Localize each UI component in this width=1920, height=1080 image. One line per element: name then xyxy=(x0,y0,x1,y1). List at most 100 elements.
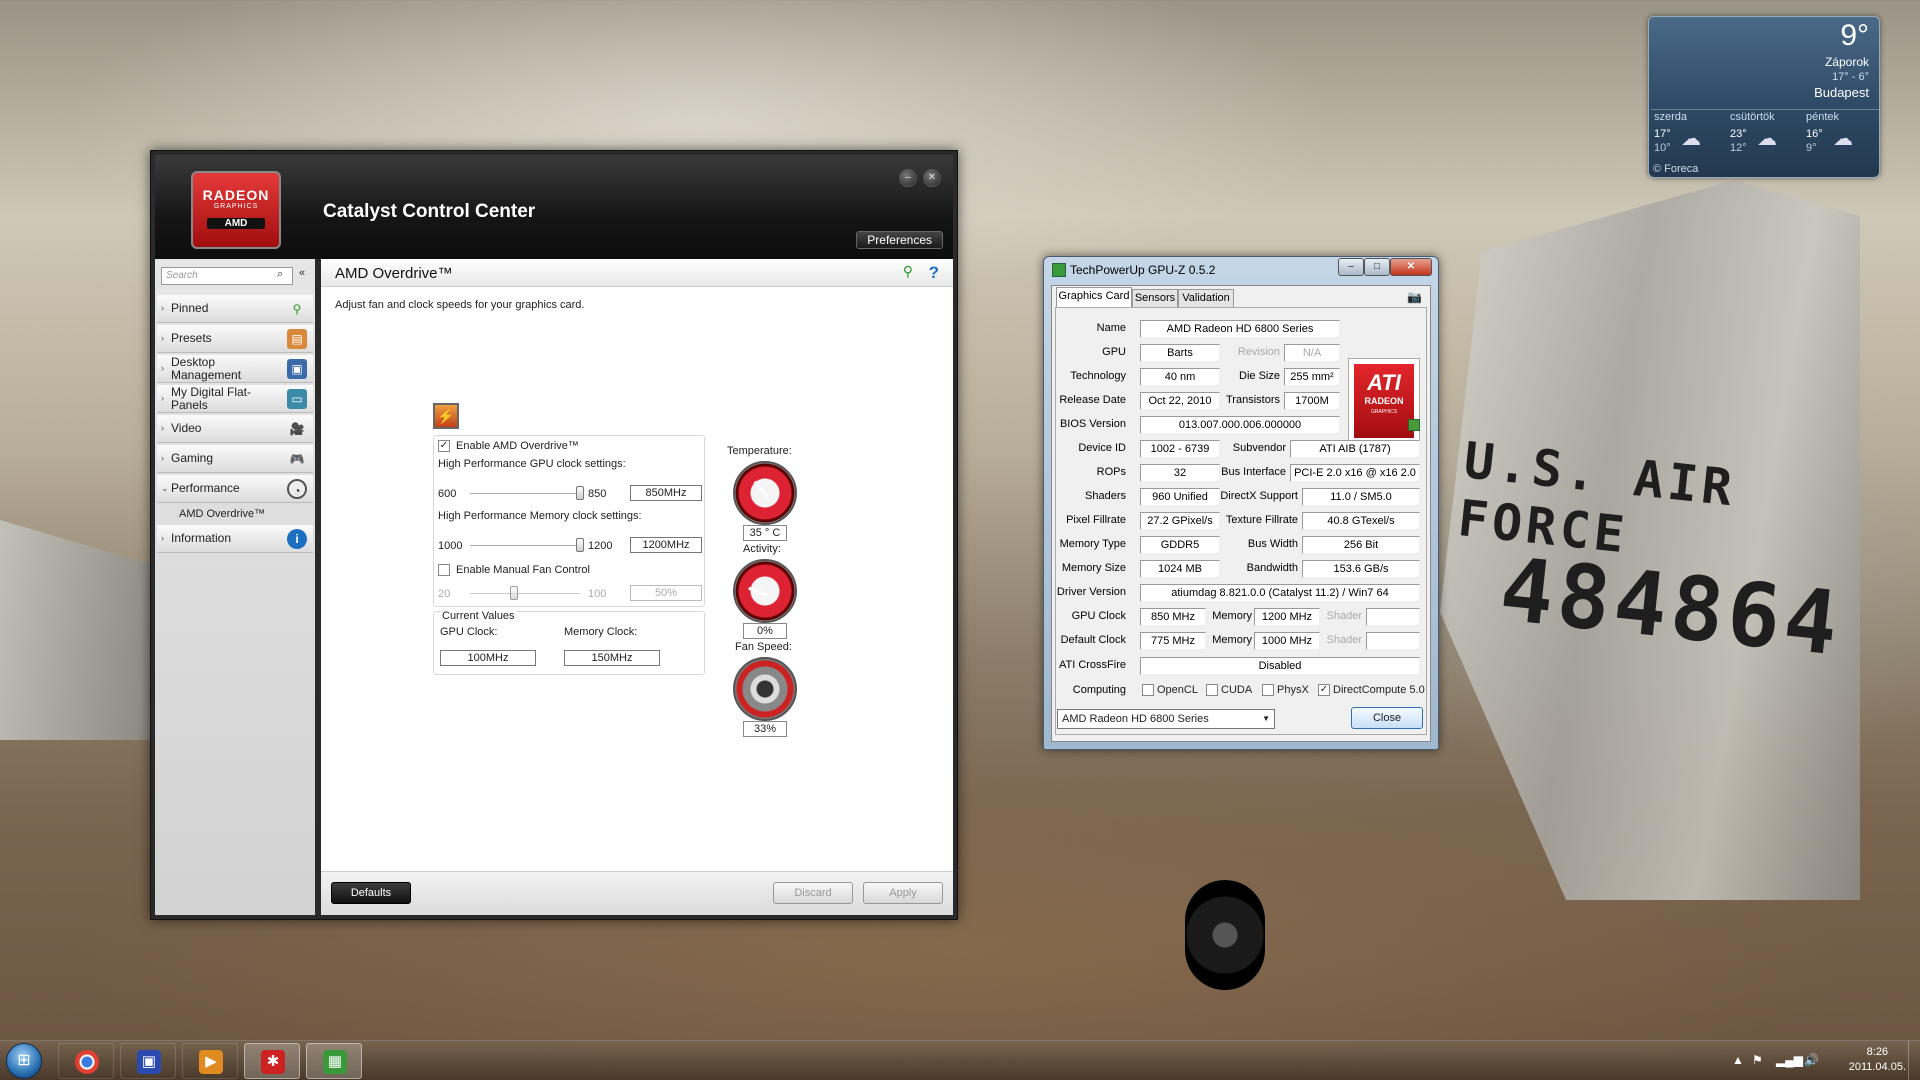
default-shader-clock-label: Shader xyxy=(1326,634,1362,646)
memory-clock-field[interactable]: 1200 MHz xyxy=(1254,608,1320,626)
bus-width-field[interactable]: 256 Bit xyxy=(1302,536,1420,554)
enable-overdrive-checkbox[interactable]: ✓ xyxy=(438,440,450,452)
show-desktop-button[interactable] xyxy=(1908,1041,1920,1080)
search-input[interactable]: Search xyxy=(161,267,293,285)
sidebar-item-digital-flat-panels[interactable]: › My Digital Flat-Panels ▭ xyxy=(157,385,313,413)
bandwidth-field[interactable]: 153.6 GB/s xyxy=(1302,560,1420,578)
apply-button[interactable]: Apply xyxy=(863,882,943,904)
directcompute-checkbox: ✓ xyxy=(1318,684,1330,696)
fan-speed-slider-thumb[interactable] xyxy=(509,586,518,600)
bios-version-field[interactable]: 013.007.000.006.000000 xyxy=(1140,416,1340,434)
shader-clock-field[interactable] xyxy=(1366,608,1420,626)
pin-icon: ⚲ xyxy=(292,302,302,316)
sidebar-item-presets[interactable]: › Presets ▤ xyxy=(157,325,313,353)
taskbar-gpuz[interactable]: ▦ xyxy=(306,1043,362,1079)
current-memory-clock-value: 150MHz xyxy=(564,650,660,666)
bios-save-icon[interactable] xyxy=(1408,419,1420,431)
minimize-button[interactable]: – xyxy=(1338,258,1364,276)
taskbar-media-player[interactable]: ▶ xyxy=(182,1043,238,1079)
network-icon[interactable]: ▂▄▆ xyxy=(1776,1053,1803,1067)
tab-sensors[interactable]: Sensors xyxy=(1132,289,1178,307)
release-date-field[interactable]: Oct 22, 2010 xyxy=(1140,392,1220,410)
gpu-clock-slider-thumb[interactable] xyxy=(576,486,584,500)
weather-city: Budapest xyxy=(1814,85,1869,100)
sidebar-item-performance[interactable]: ⌄ Performance ◔ xyxy=(157,475,313,503)
crossfire-field[interactable]: Disabled xyxy=(1140,657,1420,675)
release-date-label: Release Date xyxy=(1059,394,1126,406)
texture-fillrate-field[interactable]: 40.8 GTexel/s xyxy=(1302,512,1420,530)
technology-field[interactable]: 40 nm xyxy=(1140,368,1220,386)
clock-date: 2011.04.05. xyxy=(1848,1061,1906,1073)
default-shader-clock-field[interactable] xyxy=(1366,632,1420,650)
tab-graphics-card[interactable]: Graphics Card xyxy=(1056,287,1132,308)
sidebar-item-information[interactable]: › Information i xyxy=(157,525,313,553)
tab-validation[interactable]: Validation xyxy=(1178,289,1234,307)
driver-version-field[interactable]: atiumdag 8.821.0.0 (Catalyst 11.2) / Win… xyxy=(1140,584,1420,602)
technology-label: Technology xyxy=(1070,370,1126,382)
temperature-label: Temperature: xyxy=(727,445,792,457)
preferences-button[interactable]: Preferences xyxy=(856,231,943,249)
taskbar-save[interactable]: ▣ xyxy=(120,1043,176,1079)
gpu-field[interactable]: Barts xyxy=(1140,344,1220,362)
computing-label: Computing xyxy=(1072,684,1126,696)
memory-clock-value-field[interactable]: 1200MHz xyxy=(630,537,702,553)
gpuz-close-button[interactable]: Close xyxy=(1351,707,1423,729)
revision-field[interactable]: N/A xyxy=(1284,344,1340,362)
default-clock-field[interactable]: 775 MHz xyxy=(1140,632,1206,650)
sidebar-item-video[interactable]: › Video 🎥 xyxy=(157,415,313,443)
action-center-flag-icon[interactable]: ⚑ xyxy=(1752,1053,1763,1067)
start-button[interactable]: ⊞ xyxy=(6,1043,42,1079)
save-disk-icon: ▣ xyxy=(137,1050,161,1074)
camera-icon[interactable]: 📷 xyxy=(1407,290,1422,304)
bus-width-label: Bus Width xyxy=(1247,538,1298,550)
directx-support-label: DirectX Support xyxy=(1220,490,1298,502)
maximize-button[interactable]: □ xyxy=(1364,258,1390,276)
taskbar-clock[interactable]: 8:26 2011.04.05. xyxy=(1849,1045,1906,1075)
fan-speed-slider-track[interactable] xyxy=(470,593,580,595)
ati-radeon-logo: ATI RADEON GRAPHICS xyxy=(1348,358,1420,444)
directx-support-field[interactable]: 11.0 / SM5.0 xyxy=(1302,488,1420,506)
subvendor-field[interactable]: ATI AIB (1787) xyxy=(1290,440,1420,458)
bus-interface-field[interactable]: PCI-E 2.0 x16 @ x16 2.0 xyxy=(1290,464,1420,482)
sidebar-subitem-amd-overdrive[interactable]: AMD Overdrive™ xyxy=(179,508,265,520)
chevron-right-icon: › xyxy=(161,453,164,463)
forecast-day: szerda 17° 10° ☁ xyxy=(1651,109,1727,159)
cloud-icon: ☁ xyxy=(1833,128,1853,150)
close-button[interactable]: ✕ xyxy=(923,169,941,187)
taskbar-chrome[interactable] xyxy=(58,1043,114,1079)
sidebar-item-desktop-management[interactable]: › Desktop Management ▣ xyxy=(157,355,313,383)
sidebar-item-pinned[interactable]: › Pinned ⚲ xyxy=(157,295,313,323)
defaults-button[interactable]: Defaults xyxy=(331,882,411,904)
ccc-header: RADEON GRAPHICS AMD Catalyst Control Cen… xyxy=(155,155,953,259)
fan-speed-value-field[interactable]: 50% xyxy=(630,585,702,601)
show-hidden-icons-icon[interactable]: ▲ xyxy=(1732,1053,1744,1067)
default-memory-clock-field[interactable]: 1000 MHz xyxy=(1254,632,1320,650)
transistors-field[interactable]: 1700M xyxy=(1284,392,1340,410)
close-button[interactable]: ✕ xyxy=(1390,258,1432,276)
discard-button[interactable]: Discard xyxy=(773,882,853,904)
default-clock-label: Default Clock xyxy=(1060,634,1126,646)
pin-page-icon[interactable]: ⚲ xyxy=(903,263,913,280)
card-select-value: AMD Radeon HD 6800 Series xyxy=(1062,713,1209,725)
manual-fan-control-checkbox[interactable] xyxy=(438,564,450,576)
collapse-sidebar-button[interactable]: « xyxy=(299,267,313,285)
current-values-label: Current Values xyxy=(440,610,517,622)
name-field[interactable]: AMD Radeon HD 6800 Series xyxy=(1140,320,1340,338)
minimize-button[interactable]: – xyxy=(899,169,917,187)
card-select-dropdown[interactable]: AMD Radeon HD 6800 Series ▼ xyxy=(1057,709,1275,729)
volume-icon[interactable]: 🔊 xyxy=(1804,1053,1819,1067)
help-icon[interactable]: ? xyxy=(929,263,939,283)
taskbar-catalyst[interactable]: ✱ xyxy=(244,1043,300,1079)
desktop-management-icon: ▣ xyxy=(287,359,307,379)
gpu-clock-field[interactable]: 850 MHz xyxy=(1140,608,1206,626)
memory-clock-slider-thumb[interactable] xyxy=(576,538,584,552)
die-size-field[interactable]: 255 mm² xyxy=(1284,368,1340,386)
memory-clock-slider-track[interactable] xyxy=(470,545,580,547)
pixel-fillrate-label: Pixel Fillrate xyxy=(1066,514,1126,526)
gpu-clock-value-field[interactable]: 850MHz xyxy=(630,485,702,501)
weather-gadget[interactable]: 9° Záporok 17° - 6° Budapest szerda 17° … xyxy=(1648,16,1880,178)
activity-gauge xyxy=(733,559,797,623)
sidebar-item-gaming[interactable]: › Gaming 🎮 xyxy=(157,445,313,473)
gpu-clock-slider-track[interactable] xyxy=(470,493,580,495)
search-icon[interactable]: ⌕ xyxy=(277,268,283,281)
